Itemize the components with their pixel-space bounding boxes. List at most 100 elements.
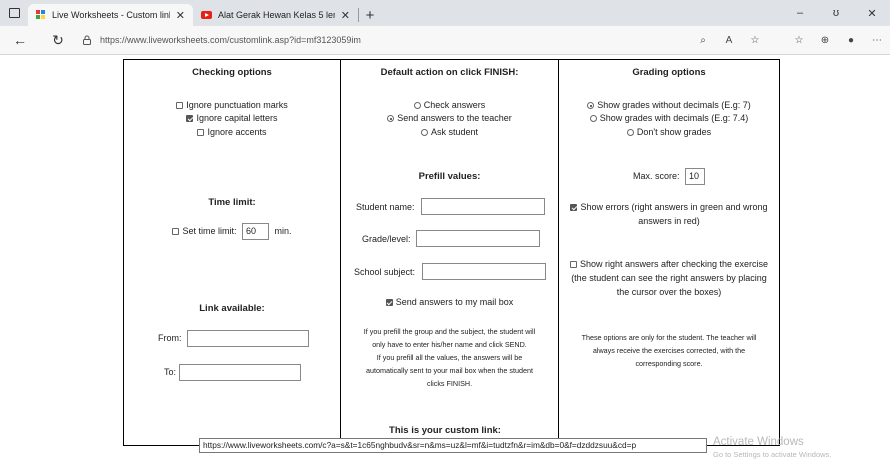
- collections-icon[interactable]: ⊕: [812, 35, 838, 46]
- student-name-input[interactable]: [421, 198, 545, 215]
- show-right-answers-checkbox[interactable]: [569, 261, 577, 268]
- ask-student-option[interactable]: Ask student: [341, 127, 558, 137]
- ignore-capitals-checkbox[interactable]: [186, 115, 194, 122]
- custom-link-heading: This is your custom link:: [389, 425, 501, 436]
- mailbox-label: Send answers to my mail box: [395, 297, 514, 307]
- tab-liveworksheets[interactable]: Live Worksheets - Custom link ✕: [28, 4, 193, 26]
- send-to-teacher-option[interactable]: Send answers to the teacher: [341, 113, 558, 123]
- custom-link-field[interactable]: https://www.liveworksheets.com/c?a=s&t=1…: [199, 438, 707, 453]
- link-available-heading: Link available:: [199, 303, 265, 314]
- back-arrow-icon[interactable]: ←: [8, 32, 32, 48]
- ignore-punctuation-option[interactable]: Ignore punctuation marks: [124, 100, 340, 110]
- ignore-punctuation-checkbox[interactable]: [176, 102, 184, 109]
- school-subject-input[interactable]: [422, 263, 546, 280]
- tab-actions-button[interactable]: [0, 0, 28, 26]
- restore-button[interactable]: ʊ: [818, 7, 854, 19]
- mailbox-checkbox[interactable]: [385, 299, 393, 306]
- grading-note: These options are only for the student. …: [559, 331, 779, 370]
- minimize-button[interactable]: –: [782, 7, 818, 19]
- time-unit-label: min.: [274, 225, 292, 236]
- tab-title: Alat Gerak Hewan Kelas 5 lengkap: [218, 10, 335, 20]
- note-line: If you prefill the group and the subject…: [363, 327, 536, 336]
- prefill-heading: Prefill values:: [418, 171, 481, 182]
- note-line: corresponding score.: [635, 359, 703, 368]
- prefill-note: If you prefill the group and the subject…: [341, 325, 558, 390]
- grades-decimals-option[interactable]: Show grades with decimals (E.g: 7.4): [559, 113, 779, 123]
- refresh-icon[interactable]: ↻: [46, 32, 70, 49]
- page-content: Checking options Ignore punctuation mark…: [0, 55, 890, 463]
- close-tab-icon[interactable]: ✕: [341, 9, 350, 22]
- check-answers-option[interactable]: Check answers: [341, 100, 558, 110]
- note-line: automatically sent to your mail box when…: [365, 366, 533, 375]
- close-tab-icon[interactable]: ✕: [176, 9, 185, 22]
- show-errors-checkbox[interactable]: [570, 204, 578, 211]
- youtube-favicon-icon: [201, 11, 212, 19]
- custom-link-options-table: Checking options Ignore punctuation mark…: [123, 59, 780, 446]
- option-label: Show grades with decimals (E.g: 7.4): [599, 113, 749, 123]
- finish-action-heading: Default action on click FINISH:: [380, 67, 519, 78]
- time-limit-label: Set time limit:: [182, 225, 237, 236]
- show-right-answers-label-cont: the cursor over the boxes): [616, 287, 722, 297]
- option-label: Check answers: [423, 100, 486, 110]
- max-score-label: Max. score:: [632, 170, 680, 181]
- note-line: always receive the exercises corrected, …: [592, 346, 746, 355]
- watermark-title: Activate Windows: [713, 436, 804, 448]
- checking-options-column: Checking options Ignore punctuation mark…: [124, 60, 341, 445]
- checking-options-heading: Checking options: [192, 67, 272, 78]
- favorite-icon[interactable]: ☆: [742, 35, 768, 46]
- grading-options-heading: Grading options: [632, 67, 706, 78]
- tab-actions-icon: [8, 8, 20, 18]
- favorites-bar-icon[interactable]: ☆: [786, 35, 812, 46]
- read-aloud-icon[interactable]: A: [716, 35, 742, 46]
- note-line: If you prefill all the values, the answe…: [376, 353, 523, 362]
- tab-title: Live Worksheets - Custom link: [52, 10, 170, 20]
- ignore-capitals-option[interactable]: Ignore capital letters: [124, 113, 340, 123]
- finish-action-column: Default action on click FINISH: Check an…: [341, 60, 559, 445]
- ask-student-radio[interactable]: [420, 129, 428, 136]
- student-name-label: Student name:: [356, 202, 415, 212]
- no-grades-option[interactable]: Don't show grades: [559, 127, 779, 137]
- grading-options-column: Grading options Show grades without deci…: [559, 60, 779, 445]
- to-date-input[interactable]: [179, 364, 301, 381]
- show-errors-label: Show errors (right answers in green and …: [580, 202, 768, 212]
- window-controls: – ʊ ✕: [782, 0, 890, 26]
- activate-windows-watermark: Activate Windows Go to Settings to activ…: [713, 436, 831, 459]
- url-field[interactable]: https://www.liveworksheets.com/customlin…: [82, 30, 682, 50]
- profile-icon[interactable]: ●: [838, 35, 864, 46]
- show-errors-option[interactable]: Show errors (right answers in green and …: [559, 200, 779, 228]
- show-right-answers-option[interactable]: Show right answers after checking the ex…: [559, 257, 779, 299]
- mailbox-option[interactable]: Send answers to my mail box: [341, 297, 558, 307]
- note-line: These options are only for the student. …: [581, 333, 757, 342]
- ignore-accents-option[interactable]: Ignore accents: [124, 127, 340, 137]
- tab-strip: Live Worksheets - Custom link ✕ Alat Ger…: [0, 0, 890, 26]
- max-score-input[interactable]: 10: [685, 168, 706, 185]
- search-icon[interactable]: ⌕: [690, 35, 716, 46]
- note-line: only have to enter his/her name and clic…: [372, 340, 527, 349]
- time-limit-checkbox[interactable]: [172, 227, 180, 235]
- more-icon[interactable]: ⋯: [864, 35, 890, 46]
- send-to-teacher-radio[interactable]: [387, 115, 395, 122]
- liveworksheets-favicon-icon: [36, 10, 46, 20]
- check-answers-radio[interactable]: [413, 102, 421, 109]
- close-window-button[interactable]: ✕: [854, 7, 890, 20]
- grades-decimals-radio[interactable]: [589, 115, 597, 122]
- tab-youtube[interactable]: Alat Gerak Hewan Kelas 5 lengkap ✕: [193, 4, 358, 26]
- browser-toolbar: ⌕ A ☆ ☆ ⊕ ● ⋯: [690, 26, 890, 54]
- grades-no-decimals-option[interactable]: Show grades without decimals (E.g: 7): [559, 100, 779, 110]
- max-score-row: Max. score: 10: [559, 168, 779, 185]
- option-label: Send answers to the teacher: [397, 113, 512, 123]
- grades-no-decimals-radio[interactable]: [587, 102, 595, 109]
- option-label: Don't show grades: [636, 127, 712, 137]
- grade-level-input[interactable]: [416, 230, 540, 247]
- lock-icon: [83, 35, 91, 45]
- to-label: To:: [164, 367, 177, 377]
- from-label: From:: [158, 333, 182, 343]
- ignore-accents-checkbox[interactable]: [197, 129, 205, 136]
- watermark-subtitle: Go to Settings to activate Windows.: [713, 450, 832, 459]
- time-limit-heading: Time limit:: [208, 197, 256, 208]
- new-tab-button[interactable]: +: [359, 4, 381, 26]
- from-date-input[interactable]: [187, 330, 309, 347]
- option-label: Ignore punctuation marks: [186, 100, 288, 110]
- no-grades-radio[interactable]: [626, 129, 634, 136]
- time-limit-input[interactable]: 60: [242, 223, 269, 240]
